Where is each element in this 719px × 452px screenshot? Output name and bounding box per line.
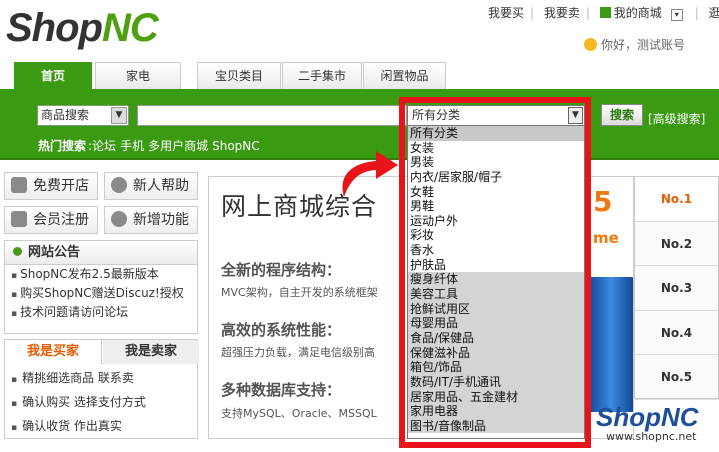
register-label: 会员注册 — [33, 212, 89, 228]
banner-page-3[interactable]: No.3 — [635, 266, 718, 311]
product-box-image — [585, 277, 633, 412]
banner-page-4[interactable]: No.4 — [635, 311, 718, 355]
banner-desc: 支持MySQL、Oracle、MSSQL — [221, 407, 377, 420]
notice-title: 网站公告 — [28, 245, 81, 260]
open-shop-button[interactable]: 免费开店 — [4, 172, 98, 200]
chevron-down-icon[interactable]: ▼ — [111, 107, 127, 124]
open-shop-label: 免费开店 — [33, 178, 89, 194]
tab-buyer[interactable]: 我是买家 — [5, 340, 102, 364]
watermark-url: www.shopnc.net — [606, 430, 697, 443]
hot-search: 热门搜索:论坛 手机 多用户商城 ShopNC — [38, 137, 264, 154]
hot-search-item[interactable]: :论坛 — [88, 139, 116, 153]
hot-search-item[interactable]: 手机 — [120, 139, 144, 153]
user-icon — [599, 7, 611, 18]
hot-search-item[interactable]: ShopNC — [212, 139, 260, 153]
search-button[interactable]: 搜索 — [601, 104, 643, 126]
search-type-value: 商品搜索 — [41, 108, 90, 122]
site-notice-panel: 网站公告 ShopNC发布2.5最新版本 购买ShopNC赠送Discuz!授权… — [4, 240, 198, 334]
tab-home[interactable]: 首页 — [14, 62, 92, 89]
advanced-search-link[interactable]: [高级搜索] — [648, 110, 705, 127]
tab-appliances[interactable]: 家电 — [95, 62, 181, 89]
help-button[interactable]: 新人帮助 — [104, 172, 198, 200]
notice-item[interactable]: 技术问题请访问论坛 — [5, 305, 197, 322]
curved-arrow-icon — [342, 151, 398, 197]
greeting: 你好，测试账号 — [584, 36, 685, 53]
highlight-frame — [399, 97, 591, 448]
notice-item[interactable]: ShopNC发布2.5最新版本 — [5, 267, 197, 284]
banner-page-1[interactable]: No.1 — [635, 177, 718, 222]
buyer-seller-tabs: 我是买家 我是卖家 — [5, 340, 199, 364]
notice-item[interactable]: 购买ShopNC赠送Discuz!授权 — [5, 286, 197, 303]
tab-idle-items[interactable]: 闲置物品 — [363, 62, 446, 89]
buyer-step: 精挑细选商品 联系卖 — [5, 371, 197, 388]
top-links: 我要买| 我要卖| 我的商城▾| 逛街 — [488, 4, 719, 21]
new-features-button[interactable]: 新增功能 — [104, 206, 198, 234]
search-type-select[interactable]: 商品搜索 ▼ — [37, 105, 129, 126]
banner-heading: 高效的系统性能： — [221, 321, 342, 339]
tab-categories[interactable]: 宝贝类目 — [197, 62, 281, 89]
bullet-icon — [13, 247, 22, 256]
banner-pager: No.1 No.2 No.3 No.4 No.5 — [634, 176, 719, 400]
link-sell[interactable]: 我要卖 — [544, 4, 580, 21]
banner-page-5[interactable]: No.5 — [635, 355, 718, 400]
notice-header: 网站公告 — [5, 241, 197, 265]
link-my-mall[interactable]: 我的商城 ▾ — [599, 4, 689, 21]
help-label: 新人帮助 — [133, 178, 189, 194]
banner-desc: 超强压力负载，满足电信级别高 — [221, 346, 375, 359]
help-icon — [111, 177, 127, 193]
link-buy[interactable]: 我要买 — [488, 4, 524, 21]
smile-icon — [584, 38, 597, 51]
watermark-brand: ShopNC — [596, 402, 699, 432]
banner-accent-text: me — [593, 229, 619, 247]
buyer-step: 确认收货 作出真实 — [5, 419, 197, 436]
hot-search-item[interactable]: 多用户商城 — [148, 139, 208, 153]
buyer-seller-panel: 我是买家 我是卖家 精挑细选商品 联系卖 确认购买 选择支付方式 确认收货 作出… — [4, 339, 199, 439]
buyer-step: 确认购买 选择支付方式 — [5, 395, 197, 412]
banner-desc: MVC架构，自主开发的系统框架 — [221, 286, 378, 299]
hot-search-label: 热门搜索 — [38, 139, 87, 153]
register-button[interactable]: 会员注册 — [4, 206, 98, 234]
greeting-text[interactable]: 你好，测试账号 — [601, 38, 685, 52]
search-input[interactable] — [137, 105, 407, 126]
tab-second-hand[interactable]: 二手集市 — [282, 62, 362, 89]
link-my-mall-label: 我的商城 — [613, 6, 662, 20]
banner-page-2[interactable]: No.2 — [635, 222, 718, 266]
new-features-label: 新增功能 — [133, 212, 189, 228]
tab-seller[interactable]: 我是卖家 — [103, 340, 199, 364]
banner-heading: 全新的程序结构： — [221, 261, 342, 279]
logo-text-nc: NC — [101, 6, 159, 50]
link-browse[interactable]: 逛街 — [709, 4, 719, 21]
dropdown-arrow-icon[interactable]: ▾ — [670, 9, 683, 21]
banner-heading: 多种数据库支持： — [221, 381, 342, 399]
feature-icon — [111, 211, 127, 227]
home-icon — [11, 177, 27, 193]
banner-version-number: 5 — [593, 185, 613, 218]
logo-text-shop: Shop — [6, 6, 103, 50]
lock-icon — [11, 211, 27, 227]
shopnc-logo[interactable]: ShopNC — [6, 6, 159, 51]
